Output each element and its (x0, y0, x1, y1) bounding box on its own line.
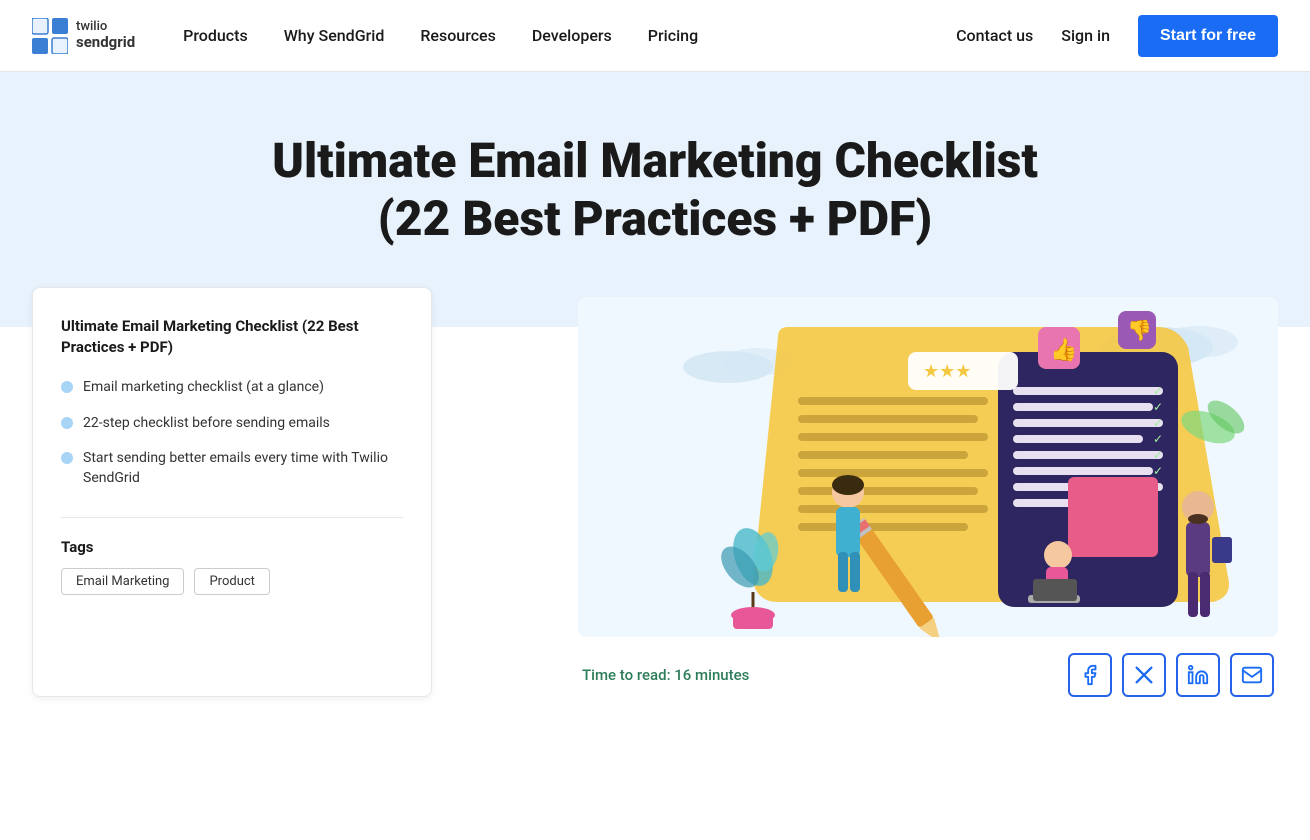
nav-signin[interactable]: Sign in (1061, 26, 1110, 45)
hero-illustration: ✓ ✓ ✓ ✓ ✓ ✓ (578, 297, 1278, 637)
tag-product[interactable]: Product (194, 568, 269, 595)
email-share-button[interactable] (1230, 653, 1274, 697)
twitter-share-button[interactable] (1122, 653, 1166, 697)
nav-resources[interactable]: Resources (420, 26, 496, 45)
nav-right: Contact us Sign in Start for free (956, 15, 1278, 57)
hero-title: Ultimate Email Marketing Checklist (22 B… (265, 132, 1045, 247)
nav-why-sendgrid[interactable]: Why SendGrid (284, 26, 385, 45)
right-area: ✓ ✓ ✓ ✓ ✓ ✓ (464, 287, 1278, 697)
svg-text:👎: 👎 (1127, 318, 1152, 342)
bullet-dot (61, 417, 73, 429)
nav-links: Products Why SendGrid Resources Develope… (183, 26, 956, 45)
linkedin-icon (1187, 664, 1209, 686)
svg-text:★★★: ★★★ (923, 361, 971, 382)
list-item: 22-step checklist before sending emails (61, 414, 403, 434)
bullet-dot (61, 381, 73, 393)
main-content: Ultimate Email Marketing Checklist (22 B… (0, 287, 1310, 697)
logo[interactable]: twilio sendgrid (32, 18, 135, 54)
logo-sendgrid: sendgrid (76, 34, 135, 51)
time-to-read: Time to read: 16 minutes (582, 666, 749, 684)
divider (61, 517, 403, 518)
list-item: Email marketing checklist (at a glance) (61, 378, 403, 398)
list-item: Start sending better emails every time w… (61, 449, 403, 488)
logo-icon (32, 18, 68, 54)
bullet-dot (61, 452, 73, 464)
start-for-free-button[interactable]: Start for free (1138, 15, 1278, 57)
bullet-text-1: Email marketing checklist (at a glance) (83, 378, 324, 398)
logo-text: twilio sendgrid (76, 20, 135, 51)
social-icons (1068, 653, 1274, 697)
svg-text:✓: ✓ (1153, 400, 1163, 414)
linkedin-share-button[interactable] (1176, 653, 1220, 697)
tags-label: Tags (61, 538, 403, 556)
bullet-text-2: 22-step checklist before sending emails (83, 414, 330, 434)
svg-text:✓: ✓ (1153, 448, 1163, 462)
svg-text:✓: ✓ (1153, 416, 1163, 430)
svg-text:✓: ✓ (1153, 432, 1163, 446)
bottom-row: Time to read: 16 minutes (578, 653, 1278, 697)
bullet-text-3: Start sending better emails every time w… (83, 449, 403, 488)
nav-products[interactable]: Products (183, 26, 248, 45)
navbar: twilio sendgrid Products Why SendGrid Re… (0, 0, 1310, 72)
facebook-icon (1079, 664, 1101, 686)
twitter-x-icon (1133, 664, 1155, 686)
bullet-list: Email marketing checklist (at a glance) … (61, 378, 403, 488)
nav-contact[interactable]: Contact us (956, 26, 1033, 45)
nav-developers[interactable]: Developers (532, 26, 612, 45)
logo-twilio: twilio (76, 20, 135, 34)
email-icon (1241, 664, 1263, 686)
card-title: Ultimate Email Marketing Checklist (22 B… (61, 316, 403, 358)
svg-text:✓: ✓ (1153, 384, 1163, 398)
article-info-card: Ultimate Email Marketing Checklist (22 B… (32, 287, 432, 697)
nav-pricing[interactable]: Pricing (648, 26, 698, 45)
facebook-share-button[interactable] (1068, 653, 1112, 697)
tag-email-marketing[interactable]: Email Marketing (61, 568, 184, 595)
svg-text:👍: 👍 (1050, 337, 1077, 363)
svg-text:✓: ✓ (1153, 464, 1163, 478)
tags-row: Email Marketing Product (61, 568, 403, 595)
